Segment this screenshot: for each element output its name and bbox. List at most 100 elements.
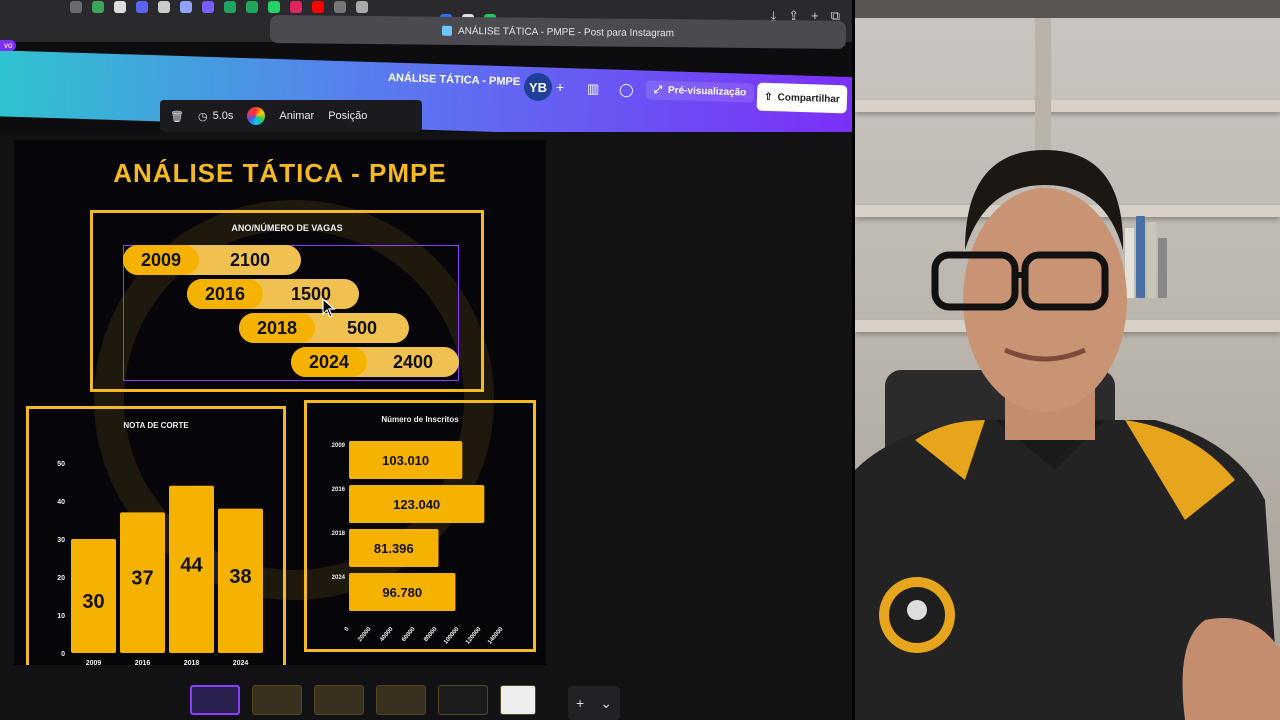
- trash-icon[interactable]: 🗑: [170, 110, 184, 123]
- bookmarks-bar: [70, 0, 368, 14]
- preview-label: Pré-visualização: [667, 84, 747, 99]
- y-tick-label: 30: [57, 537, 65, 544]
- page-thumbnail[interactable]: [190, 685, 240, 715]
- expand-icon: ⤢: [653, 84, 663, 96]
- bookmark-icon[interactable]: [180, 1, 192, 13]
- x-tick-label: 2024: [233, 660, 249, 665]
- y-tick-label: 2009: [332, 443, 346, 449]
- bar-data-label: 38: [229, 566, 251, 588]
- upload-icon: ⇧: [764, 91, 773, 103]
- x-tick-label: 60000: [401, 626, 417, 643]
- design-main-title: ANÁLISE TÁTICA - PMPE: [113, 158, 447, 188]
- nota-de-corte-panel[interactable]: NOTA DE CORTE 0 10 20 30 40 50 30 2009 37 2016 44 2…: [26, 406, 286, 665]
- vagas-value: 2100: [230, 249, 271, 270]
- vagas-value: 500: [347, 317, 378, 338]
- inscritos-chart: 103.010 2009 123.040 2016 81.396 2018 96.780 20…: [332, 441, 505, 646]
- bookmark-icon[interactable]: [246, 1, 258, 13]
- bookmark-icon[interactable]: [312, 1, 324, 13]
- root: ⤓ ⇪ + ⧉ ANÁLISE TÁTICA - PMPE - Post par…: [0, 0, 1280, 720]
- vagas-year: 2009: [123, 245, 200, 275]
- preview-button[interactable]: ⤢ Pré-visualização: [645, 80, 755, 103]
- duration-label: 5.0s: [212, 110, 234, 122]
- bookmark-icon[interactable]: [224, 1, 236, 13]
- element-toolbar: 🗑 ◷ 5.0s Animar Posição: [160, 100, 422, 132]
- bar-data-label: 37: [131, 568, 153, 590]
- bookmark-icon[interactable]: [334, 1, 346, 13]
- vagas-value: 1500: [291, 283, 332, 304]
- y-tick-label: 50: [57, 461, 65, 468]
- share-label: Compartilhar: [777, 91, 840, 105]
- y-tick-label: 2018: [332, 531, 346, 537]
- vagas-panel-title: ANO/NÚMERO DE VAGAS: [231, 223, 343, 233]
- webcam-feed: [855, 0, 1280, 720]
- plus-icon: +: [576, 695, 585, 711]
- bookmark-icon[interactable]: [70, 1, 82, 13]
- pages-strip: [190, 685, 536, 715]
- vagas-panel[interactable]: ANO/NÚMERO DE VAGAS 2009 2100 2016 1500 …: [90, 210, 484, 392]
- vagas-row[interactable]: 2009 2100: [123, 245, 301, 275]
- bookmark-icon[interactable]: [202, 1, 214, 13]
- vagas-year: 2018: [239, 313, 316, 343]
- inscritos-panel[interactable]: Número de Inscritos 103.010 2009 123.040 20…: [304, 400, 536, 652]
- bar-data-label: 123.040: [393, 497, 440, 512]
- x-tick-label: 100000: [443, 626, 461, 646]
- x-tick-label: 2016: [135, 660, 151, 665]
- y-tick-label: 2016: [332, 487, 346, 493]
- x-tick-label: 2018: [184, 660, 200, 665]
- comment-icon[interactable]: ◯: [619, 82, 634, 98]
- page-thumbnail[interactable]: [500, 685, 536, 715]
- canva-favicon-icon: [441, 25, 453, 36]
- color-wheel-icon[interactable]: [247, 107, 266, 125]
- tab-title: ANÁLISE TÁTICA - PMPE - Post para Instag…: [457, 25, 675, 39]
- add-collaborator-icon[interactable]: +: [556, 79, 564, 95]
- avatar[interactable]: YB: [524, 73, 552, 101]
- design-page[interactable]: ANÁLISE TÁTICA - PMPE ANO/NÚMERO DE VAGA…: [14, 140, 546, 665]
- bar-data-label: 81.396: [374, 541, 414, 556]
- x-tick-label: 120000: [465, 626, 483, 646]
- y-tick-label: 0: [61, 651, 65, 658]
- browser-tab[interactable]: ANÁLISE TÁTICA - PMPE - Post para Instag…: [269, 14, 847, 50]
- vagas-value: 2400: [393, 351, 434, 372]
- x-tick-label: 20000: [357, 626, 373, 643]
- y-tick-label: 40: [57, 499, 65, 506]
- y-tick-label: 10: [57, 613, 65, 620]
- page-thumbnail[interactable]: [252, 685, 302, 715]
- bar-data-label: 96.780: [382, 585, 422, 600]
- bar-data-label: 30: [82, 591, 104, 613]
- mouse-cursor-icon: [322, 298, 336, 318]
- laptop-screen: ⤓ ⇪ + ⧉ ANÁLISE TÁTICA - PMPE - Post par…: [0, 0, 852, 720]
- x-tick-label: 40000: [379, 626, 395, 643]
- bar-data-label: 103.010: [382, 453, 429, 468]
- x-tick-label: 140000: [487, 626, 505, 646]
- duration-button[interactable]: ◷ 5.0s: [198, 110, 233, 123]
- bookmark-icon[interactable]: [268, 1, 280, 13]
- page-thumbnail[interactable]: [438, 685, 488, 715]
- share-button[interactable]: ⇧ Compartilhar: [756, 82, 848, 114]
- bookmark-icon[interactable]: [356, 1, 368, 13]
- clock-icon: ◷: [197, 110, 208, 123]
- chart-icon[interactable]: ▥: [587, 81, 599, 97]
- animate-button[interactable]: Animar: [279, 110, 314, 122]
- x-tick-label: 80000: [423, 626, 439, 643]
- bookmark-icon[interactable]: [290, 1, 302, 13]
- presenter: [855, 150, 1280, 720]
- page-thumbnail[interactable]: [314, 685, 364, 715]
- page-thumbnail[interactable]: [376, 685, 426, 715]
- position-button[interactable]: Posição: [328, 110, 367, 122]
- bookmark-icon[interactable]: [92, 1, 104, 13]
- bookmark-icon[interactable]: [158, 1, 170, 13]
- y-tick-label: 20: [57, 575, 65, 582]
- bookmark-icon[interactable]: [114, 1, 126, 13]
- vagas-row[interactable]: 2024 2400: [291, 347, 459, 377]
- plan-badge: vo: [0, 40, 17, 51]
- bookmark-icon[interactable]: [136, 1, 148, 13]
- y-tick-label: 2024: [332, 575, 346, 581]
- vagas-year: 2024: [291, 347, 368, 377]
- bar-data-label: 44: [180, 554, 203, 576]
- add-page-button[interactable]: + ⌄: [568, 686, 620, 720]
- vagas-year: 2016: [187, 279, 264, 309]
- nota-de-corte-chart: 0 10 20 30 40 50 30 2009 37 2016 44 2018 38 2024: [57, 461, 263, 665]
- chevron-down-icon: ⌄: [600, 694, 612, 711]
- x-tick-label: 2009: [86, 660, 102, 665]
- x-tick-label: 0: [344, 626, 351, 633]
